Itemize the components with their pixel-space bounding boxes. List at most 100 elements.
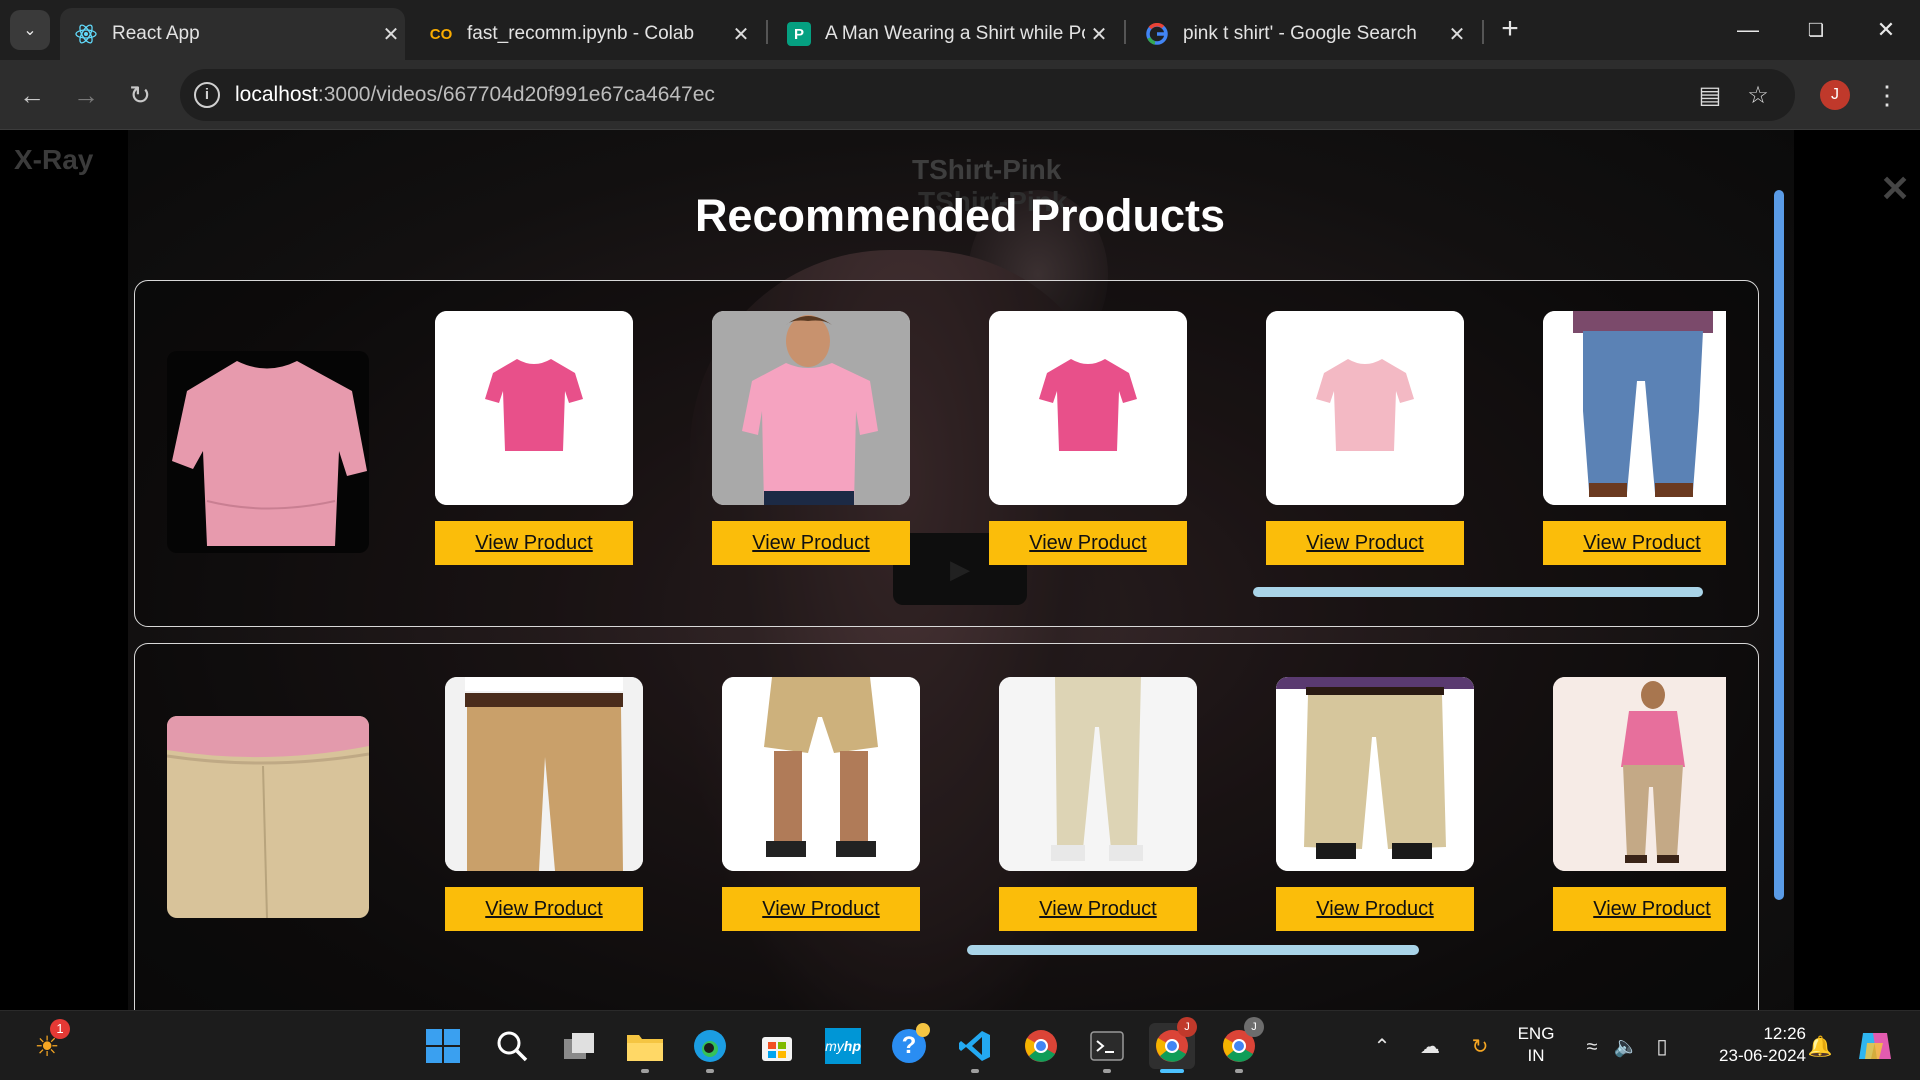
tab-close-icon[interactable]: ✕: [1085, 22, 1113, 47]
carousel-scrollbar[interactable]: [967, 945, 1419, 955]
minimize-icon: —: [1737, 17, 1759, 42]
product-card: View Product: [999, 677, 1197, 931]
get-help-button[interactable]: ?: [886, 1023, 932, 1069]
back-button[interactable]: ←: [14, 77, 50, 113]
view-product-button[interactable]: View Product: [1266, 521, 1464, 565]
product-card: View Product: [1543, 311, 1726, 565]
sync-icon[interactable]: ↻: [1466, 1033, 1494, 1061]
windows-icon: [426, 1029, 460, 1063]
view-product-button[interactable]: View Product: [722, 887, 920, 931]
tab-google-search[interactable]: pink t shirt' - Google Search ✕: [1131, 8, 1471, 60]
view-product-button[interactable]: View Product: [989, 521, 1187, 565]
view-product-button[interactable]: View Product: [1276, 887, 1474, 931]
notification-badge: 1: [50, 1019, 70, 1039]
volume-icon[interactable]: 🔈: [1612, 1033, 1640, 1061]
plus-icon: +: [1501, 12, 1519, 45]
chrome-profile-j-button[interactable]: J: [1149, 1017, 1197, 1073]
browser-toolbar: ← → ↻ i localhost:3000/videos/667704d20f…: [0, 60, 1920, 130]
product-carousel[interactable]: View Product View Product View Product V…: [435, 311, 1726, 591]
product-image[interactable]: [989, 311, 1187, 505]
product-image[interactable]: [1553, 677, 1726, 871]
weather-widget[interactable]: ☀ 1: [24, 1019, 70, 1069]
clock[interactable]: 12:26 23-06-2024: [1696, 1023, 1806, 1067]
brand-logo[interactable]: X-Ray: [14, 144, 93, 176]
hp-icon: myhp: [825, 1028, 861, 1064]
product-image[interactable]: [999, 677, 1197, 871]
site-info-icon[interactable]: i: [194, 82, 220, 108]
view-product-button[interactable]: View Product: [712, 521, 910, 565]
url-text[interactable]: localhost:3000/videos/667704d20f991e67ca…: [235, 83, 715, 107]
detected-item-image: [167, 716, 369, 918]
language-indicator[interactable]: ENG IN: [1506, 1023, 1566, 1067]
edge-button[interactable]: [687, 1023, 733, 1073]
terminal-button[interactable]: [1084, 1023, 1130, 1073]
product-image[interactable]: [712, 311, 910, 505]
product-card: View Product: [445, 677, 643, 931]
product-image[interactable]: [1276, 677, 1474, 871]
view-product-button[interactable]: View Product: [1543, 521, 1726, 565]
help-status-dot: [916, 1023, 930, 1037]
tab-search-button[interactable]: ⌄: [10, 10, 50, 50]
tab-close-icon[interactable]: ✕: [727, 22, 755, 47]
product-image[interactable]: [1266, 311, 1464, 505]
folder-icon: [627, 1035, 663, 1061]
start-button[interactable]: [420, 1023, 466, 1069]
view-product-button[interactable]: View Product: [999, 887, 1197, 931]
browser-menu-icon[interactable]: ⋮: [1872, 77, 1902, 113]
tab-close-icon[interactable]: ✕: [377, 22, 405, 47]
notification-bell-icon[interactable]: 🔔: [1806, 1033, 1834, 1061]
view-product-button[interactable]: View Product: [445, 887, 643, 931]
profile-badge: J: [1177, 1017, 1197, 1037]
windows-taskbar: ☀ 1 myhp ? J J ⌃ ☁ ↻ ENG IN ≈ 🔈 ▯ 12:26 …: [0, 1010, 1920, 1080]
show-hidden-icons-chevron-up-icon[interactable]: ⌃: [1368, 1033, 1396, 1061]
tab-separator: [1482, 20, 1484, 44]
product-card: View Product: [435, 311, 633, 565]
profile-avatar[interactable]: J: [1820, 80, 1850, 110]
chevron-down-icon: ⌄: [23, 22, 37, 39]
product-card: View Product: [722, 677, 920, 931]
onedrive-icon[interactable]: ☁: [1416, 1033, 1444, 1061]
microsoft-store-button[interactable]: [754, 1023, 800, 1069]
product-card: View Product: [1553, 677, 1726, 931]
tab-react-app[interactable]: React App ✕: [60, 8, 405, 60]
view-product-button[interactable]: View Product: [1553, 887, 1726, 931]
battery-icon[interactable]: ▯: [1648, 1033, 1676, 1061]
view-product-button[interactable]: View Product: [435, 521, 633, 565]
chrome-button[interactable]: [1018, 1023, 1064, 1069]
product-image[interactable]: [722, 677, 920, 871]
modal-title: Recommended Products: [694, 190, 1226, 241]
tab-pexels[interactable]: P A Man Wearing a Shirt while Po ✕: [773, 8, 1113, 60]
forward-button[interactable]: →: [68, 77, 104, 113]
tab-colab[interactable]: CO fast_recomm.ipynb - Colab ✕: [415, 8, 755, 60]
edge-icon: [694, 1030, 726, 1062]
install-app-icon[interactable]: ▤: [1694, 80, 1726, 112]
tab-separator: [1124, 20, 1126, 44]
tab-title: pink t shirt' - Google Search: [1183, 23, 1417, 44]
tab-title: A Man Wearing a Shirt while Po: [825, 23, 1085, 44]
product-carousel[interactable]: View Product View Product View Product V…: [435, 677, 1726, 957]
restore-button[interactable]: ❏: [1792, 10, 1840, 50]
chrome-profile-2-button[interactable]: J: [1216, 1017, 1264, 1073]
carousel-scrollbar[interactable]: [1253, 587, 1703, 597]
google-icon: [1145, 22, 1169, 46]
wifi-icon[interactable]: ≈: [1578, 1033, 1606, 1061]
close-window-button[interactable]: ✕: [1862, 10, 1910, 50]
product-image[interactable]: [435, 311, 633, 505]
recommendation-row-pants: View Product View Product View Product V…: [134, 643, 1759, 1010]
vscode-button[interactable]: [952, 1023, 998, 1073]
reload-button[interactable]: ↻: [122, 77, 158, 113]
myhp-button[interactable]: myhp: [820, 1023, 866, 1069]
minimize-button[interactable]: —: [1724, 10, 1772, 50]
task-view-button[interactable]: [556, 1023, 602, 1069]
address-bar[interactable]: i localhost:3000/videos/667704d20f991e67…: [180, 69, 1795, 121]
new-tab-button[interactable]: +: [1494, 12, 1526, 48]
product-image[interactable]: [1543, 311, 1726, 505]
copilot-button[interactable]: [1852, 1023, 1898, 1069]
file-explorer-button[interactable]: [622, 1023, 668, 1073]
modal-scrollbar[interactable]: [1774, 190, 1784, 900]
product-image[interactable]: [445, 677, 643, 871]
reload-icon: ↻: [129, 80, 151, 110]
search-button[interactable]: [489, 1023, 535, 1069]
tab-close-icon[interactable]: ✕: [1443, 22, 1471, 47]
bookmark-star-icon[interactable]: ☆: [1742, 80, 1774, 112]
